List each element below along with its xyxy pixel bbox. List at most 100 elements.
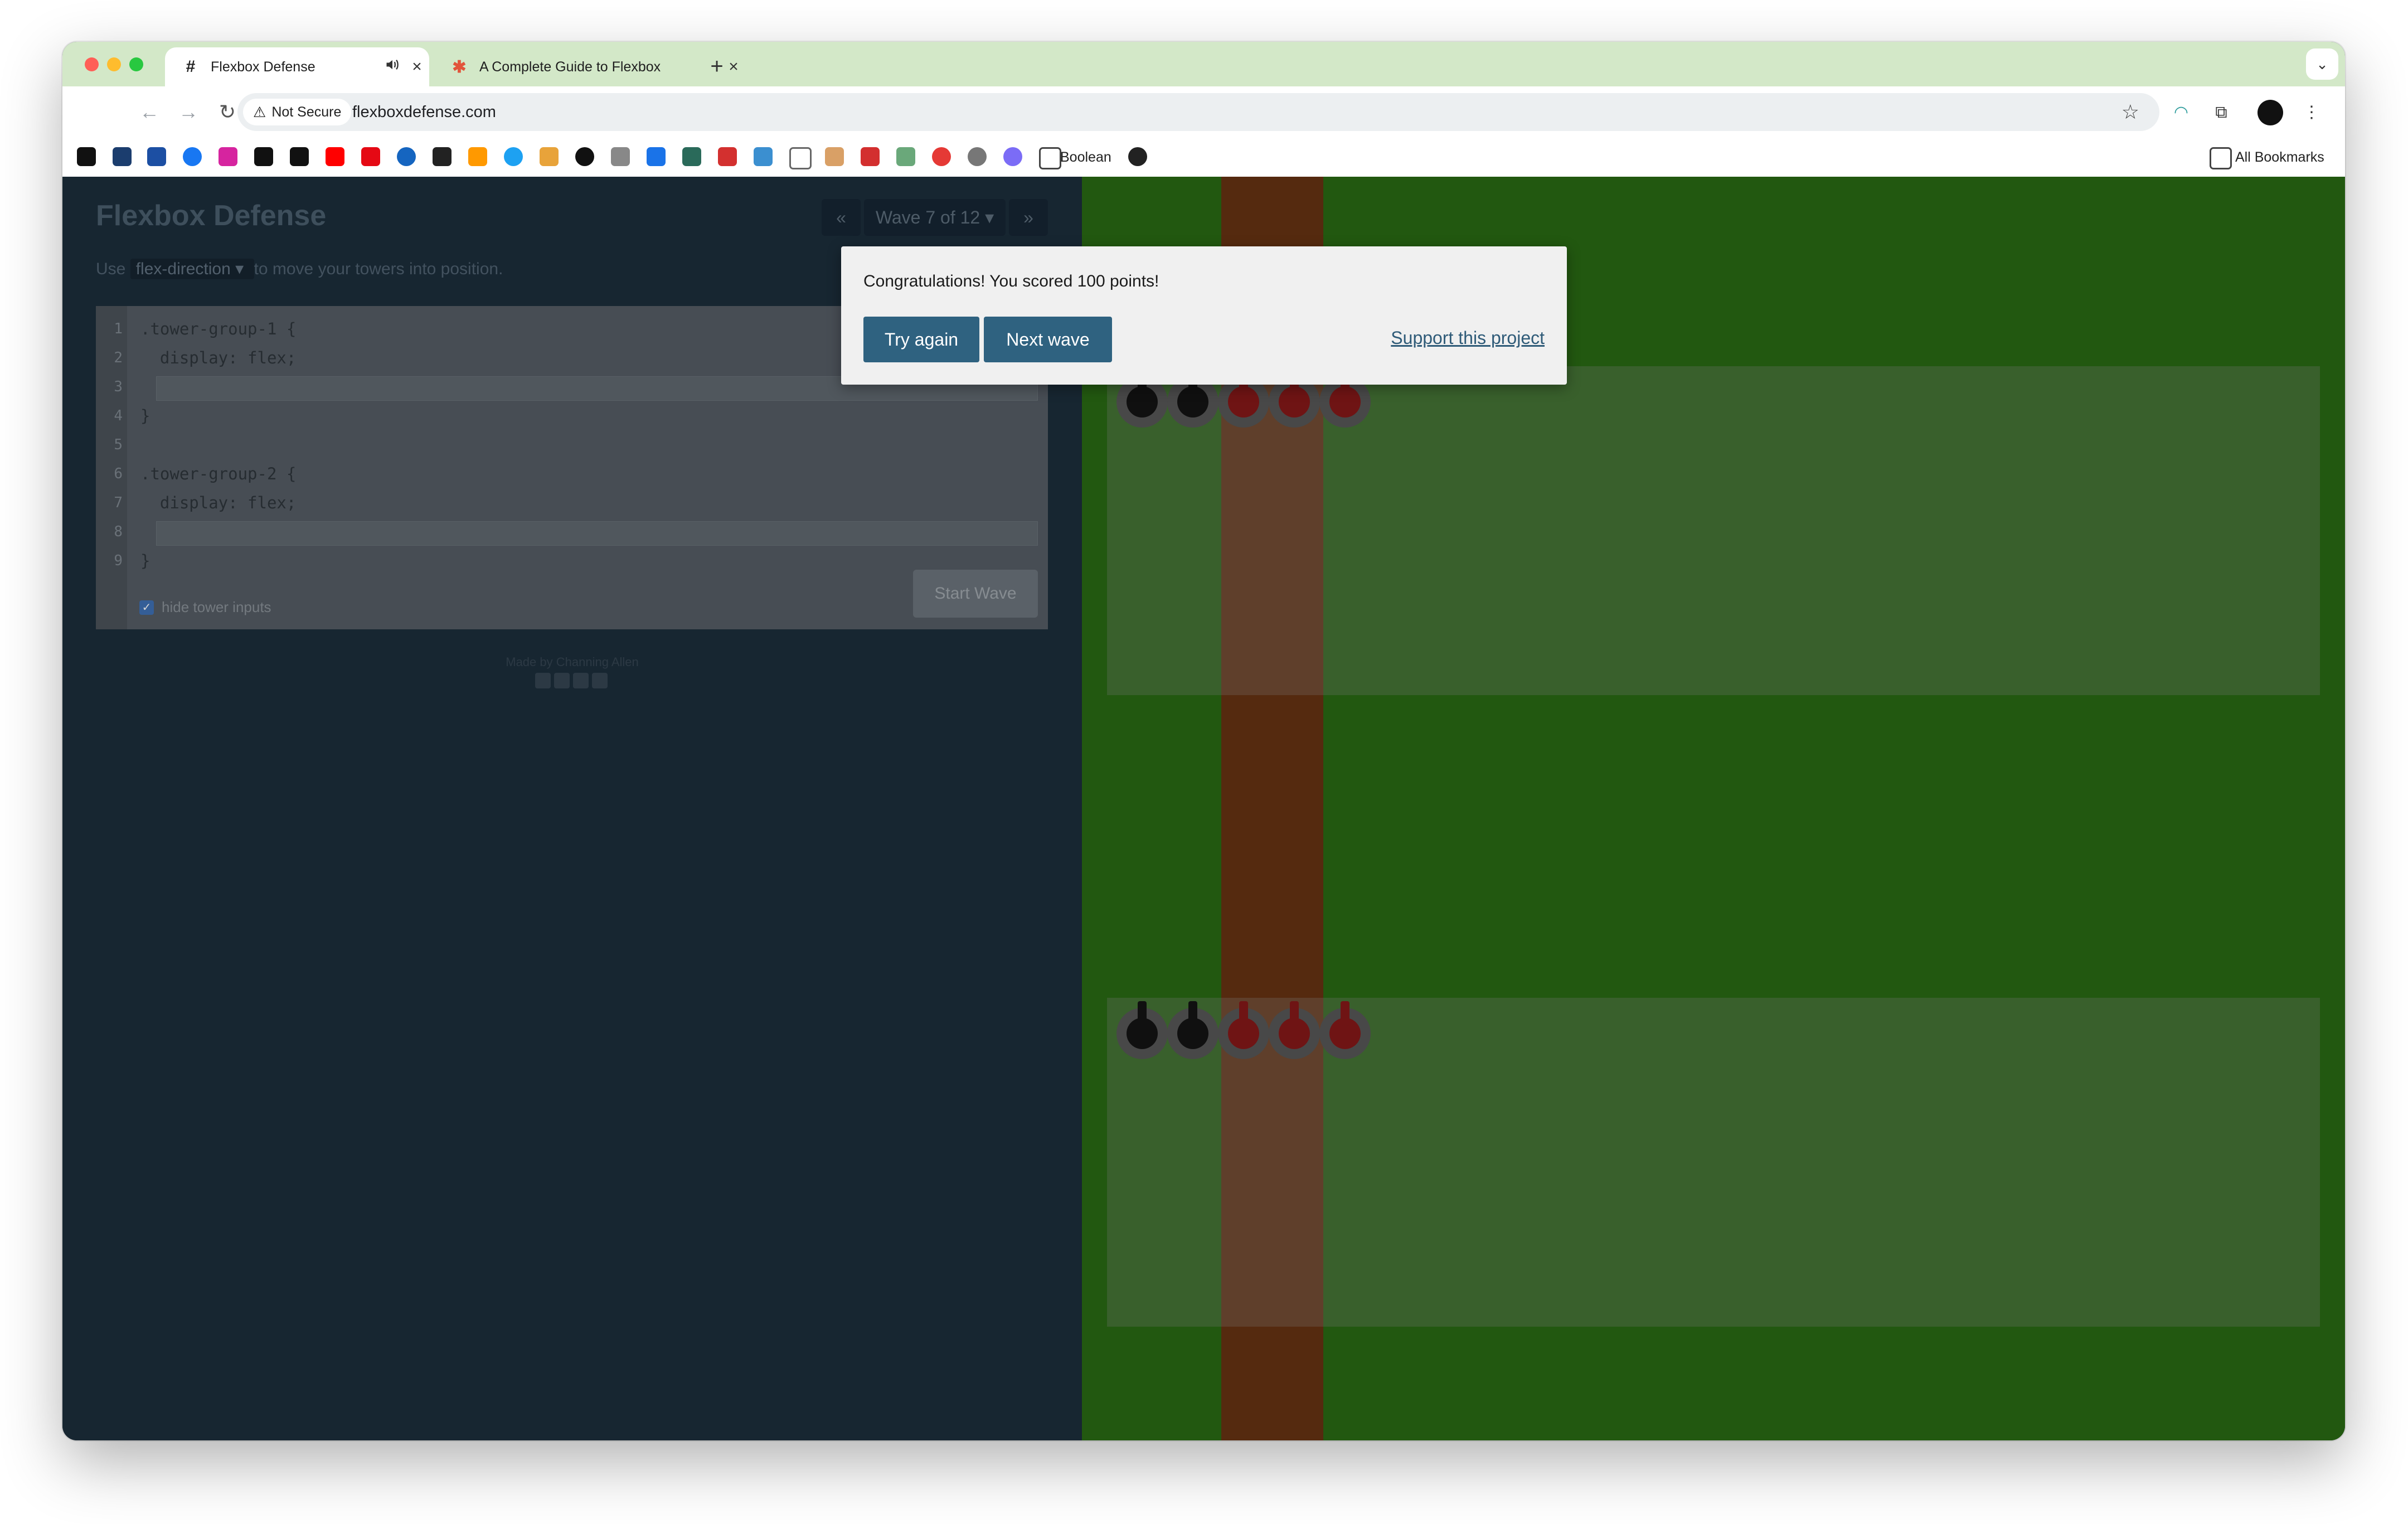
page-content: Flexbox Defense « Wave 7 of 12 ▾ » Use f… [62,177,2345,1440]
property-dropdown[interactable]: flex-direction ▾ [130,259,254,279]
line-number: 9 [114,552,123,569]
bookmark-icon[interactable] [77,147,96,166]
hide-tower-inputs-toggle[interactable]: ✓ hide tower inputs [139,599,271,616]
code-line: display: flex; [140,348,297,367]
bookmarks-bar: Boolean All Bookmarks [62,138,2345,178]
twitter-icon[interactable] [554,673,570,688]
tab-search-chevron-icon[interactable]: ⌄ [2306,48,2338,80]
close-tab-icon[interactable]: × [405,57,429,76]
security-label: Not Secure [271,104,342,120]
bookmark-x-icon[interactable] [290,147,309,166]
profile-avatar[interactable] [2258,100,2283,125]
css-input-group-2[interactable] [156,521,1038,546]
previous-wave-button[interactable]: « [822,199,861,236]
hash-icon: # [186,57,196,76]
bookmark-globe-icon[interactable] [1128,147,1147,166]
line-number: 6 [114,465,123,482]
try-again-button[interactable]: Try again [863,317,979,362]
bookmark-icon[interactable] [682,147,701,166]
code-line: display: flex; [140,493,297,512]
facebook-icon[interactable] [535,673,551,688]
url-text[interactable]: flexboxdefense.com [352,93,496,131]
tower-red [1319,1001,1371,1059]
extension-arc-icon[interactable]: ◠ [2168,100,2194,125]
bookmark-icon[interactable] [825,147,844,166]
bookmark-icon[interactable] [932,147,951,166]
bookmark-facebook-icon[interactable] [183,147,202,166]
next-wave-button[interactable]: Next wave [984,317,1112,362]
bookmark-folder-icon[interactable] [789,147,812,169]
line-number: 7 [114,494,123,511]
tower-black [1167,1001,1218,1059]
wave-selector[interactable]: Wave 7 of 12 ▾ [864,199,1006,236]
close-window-button[interactable] [85,57,99,71]
bookmark-icon[interactable] [504,147,523,166]
menu-kebab-icon[interactable]: ⋮ [2299,100,2324,125]
minimize-window-button[interactable] [107,57,121,71]
code-line: } [140,406,151,425]
bookmark-icon[interactable] [647,147,666,166]
line-number: 4 [114,407,123,424]
caret-down-icon: ▾ [235,260,244,278]
extensions-puzzle-icon[interactable]: ⧉ [2208,100,2234,125]
tab-strip: # Flexbox Defense × ✱ A Complete Guide t… [62,42,2345,86]
bookmark-gift-icon[interactable] [861,147,880,166]
bookmark-icon[interactable] [718,147,737,166]
forward-button[interactable]: → [173,96,204,128]
back-button[interactable]: ← [134,96,165,128]
bookmark-apple-icon[interactable] [611,147,630,166]
speaker-icon[interactable] [380,57,405,77]
zoom-window-button[interactable] [129,57,143,71]
bookmark-youtube-icon[interactable] [326,147,344,166]
bookmark-icon[interactable] [896,147,915,166]
checkbox-checked-icon[interactable]: ✓ [139,600,154,615]
bookmark-paypal-icon[interactable] [147,147,166,166]
wave-label: Wave 7 of 12 [875,207,980,227]
bookmark-icon[interactable] [540,147,559,166]
bookmark-amazon-icon[interactable] [468,147,487,166]
asterisk-icon: ✱ [452,57,467,76]
bookmark-icon[interactable] [754,147,773,166]
bookmark-netflix-icon[interactable] [361,147,380,166]
github-icon[interactable] [592,673,608,688]
bookmark-folder-boolean[interactable]: Boolean [1060,138,1111,177]
bookmark-icon[interactable] [1003,147,1022,166]
bookmark-star-icon[interactable]: ☆ [2121,93,2139,131]
bookmark-icon[interactable] [397,147,416,166]
tab-flexbox-guide[interactable]: ✱ A Complete Guide to Flexbox × [434,47,746,86]
result-modal: Congratulations! You scored 100 points! … [841,246,1567,385]
bookmark-icon[interactable] [575,147,594,166]
instruction-prefix: Use [96,260,126,278]
address-bar[interactable]: ⚠ Not Secure flexboxdefense.com ☆ [237,93,2159,131]
instruction-suffix: to move your towers into position. [254,260,503,278]
tab-label: A Complete Guide to Flexbox [479,59,661,75]
bookmark-instagram-icon[interactable] [219,147,237,166]
line-number: 3 [114,378,123,395]
security-indicator[interactable]: ⚠ Not Secure [243,99,352,125]
support-project-link[interactable]: Support this project [1391,328,1545,348]
warning-icon: ⚠ [253,103,266,120]
start-wave-button[interactable]: Start Wave [913,570,1038,618]
code-line: .tower-group-2 { [140,464,297,483]
code-line: } [140,551,151,570]
bookmark-icon[interactable] [113,147,132,166]
linkedin-icon[interactable] [573,673,589,688]
tab-flexbox-defense[interactable]: # Flexbox Defense × [165,47,429,86]
browser-window: # Flexbox Defense × ✱ A Complete Guide t… [62,42,2345,1440]
result-message: Congratulations! You scored 100 points! [863,272,1159,290]
bookmark-icon[interactable] [968,147,987,166]
next-wave-nav-button[interactable]: » [1009,199,1048,236]
made-by-credit: Made by Channing Allen [506,655,639,669]
line-number: 8 [114,523,123,540]
game-title: Flexbox Defense [96,200,327,232]
new-tab-button[interactable]: + [701,51,732,82]
bookmark-icon[interactable] [433,147,452,166]
line-number: 5 [114,436,123,453]
all-bookmarks[interactable]: All Bookmarks [2235,138,2324,177]
hide-inputs-label: hide tower inputs [162,599,271,615]
tower-red [1269,1001,1320,1059]
tower-red [1218,1001,1269,1059]
bookmark-tiktok-icon[interactable] [254,147,273,166]
caret-down-icon: ▾ [985,207,994,227]
line-number: 2 [114,350,123,366]
